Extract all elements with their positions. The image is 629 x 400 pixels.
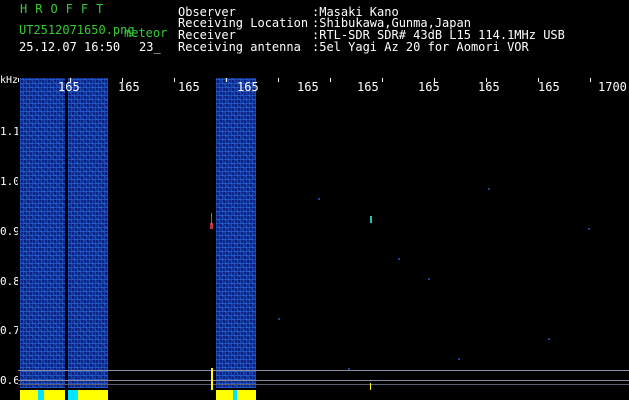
x-tick-label: 165 — [297, 81, 319, 93]
y-tick-label: 0.6 — [0, 374, 20, 387]
signal-strength-strip — [18, 390, 629, 400]
noise-speck — [318, 198, 320, 200]
reference-line — [18, 380, 629, 381]
noise-speck — [428, 278, 430, 280]
y-tick-label: 1.0 — [0, 175, 20, 188]
meteor-spike — [370, 383, 371, 390]
signal-blip — [370, 216, 372, 223]
noise-speck — [588, 228, 590, 230]
y-tick-label: 0.9 — [0, 225, 20, 238]
y-tick-label: 0.7 — [0, 324, 20, 337]
meteor-spike — [211, 368, 213, 390]
x-tick-label: 1700 — [598, 81, 627, 93]
noise-band — [216, 78, 256, 388]
noise-speck — [278, 318, 280, 320]
strip-segment — [233, 390, 237, 400]
noise-speck — [488, 188, 490, 190]
noise-band — [20, 78, 65, 388]
y-tick-label: 0.8 — [0, 275, 20, 288]
meteor-echo — [211, 213, 212, 225]
x-tick-mark — [382, 78, 383, 82]
noise-speck — [398, 258, 400, 260]
strip-segment — [44, 390, 65, 400]
hrofft-window: HROFFT UT2512071650.png meteor 25.12.07 … — [0, 0, 629, 400]
x-tick-mark — [278, 78, 279, 82]
x-tick-label: 165 — [178, 81, 200, 93]
filename-label: UT2512071650.png — [19, 23, 135, 37]
antenna-value: :5el Yagi Az 20 for Aomori VOR — [312, 40, 529, 54]
noise-speck — [548, 338, 550, 340]
x-tick-label: 165 — [237, 81, 259, 93]
noise-speck — [458, 358, 460, 360]
y-tick-label: 1.1 — [0, 125, 20, 138]
strip-segment — [78, 390, 108, 400]
x-tick-mark — [330, 78, 331, 82]
spectrogram-display[interactable] — [18, 78, 629, 400]
count-label: 23_ — [139, 40, 161, 54]
x-tick-mark — [174, 78, 175, 82]
antenna-label: Receiving antenna — [178, 40, 301, 54]
filename-suffix: meteor — [124, 26, 168, 40]
strip-segment — [68, 390, 78, 400]
reference-line — [18, 370, 629, 371]
x-tick-label: 165 — [118, 81, 140, 93]
datetime-label: 25.12.07 16:50 — [19, 40, 121, 54]
x-tick-mark — [590, 78, 591, 82]
x-tick-label: 165 — [538, 81, 560, 93]
noise-band — [68, 78, 108, 388]
y-axis-unit: kHz — [0, 75, 19, 86]
x-tick-label: 165 — [418, 81, 440, 93]
reference-line — [18, 384, 629, 385]
app-logo: HROFFT — [20, 2, 112, 16]
x-tick-label: 165 — [58, 81, 80, 93]
x-tick-label: 165 — [357, 81, 379, 93]
x-tick-label: 165 — [478, 81, 500, 93]
x-tick-mark — [18, 78, 19, 82]
x-tick-mark — [226, 78, 227, 82]
strip-segment — [20, 390, 38, 400]
